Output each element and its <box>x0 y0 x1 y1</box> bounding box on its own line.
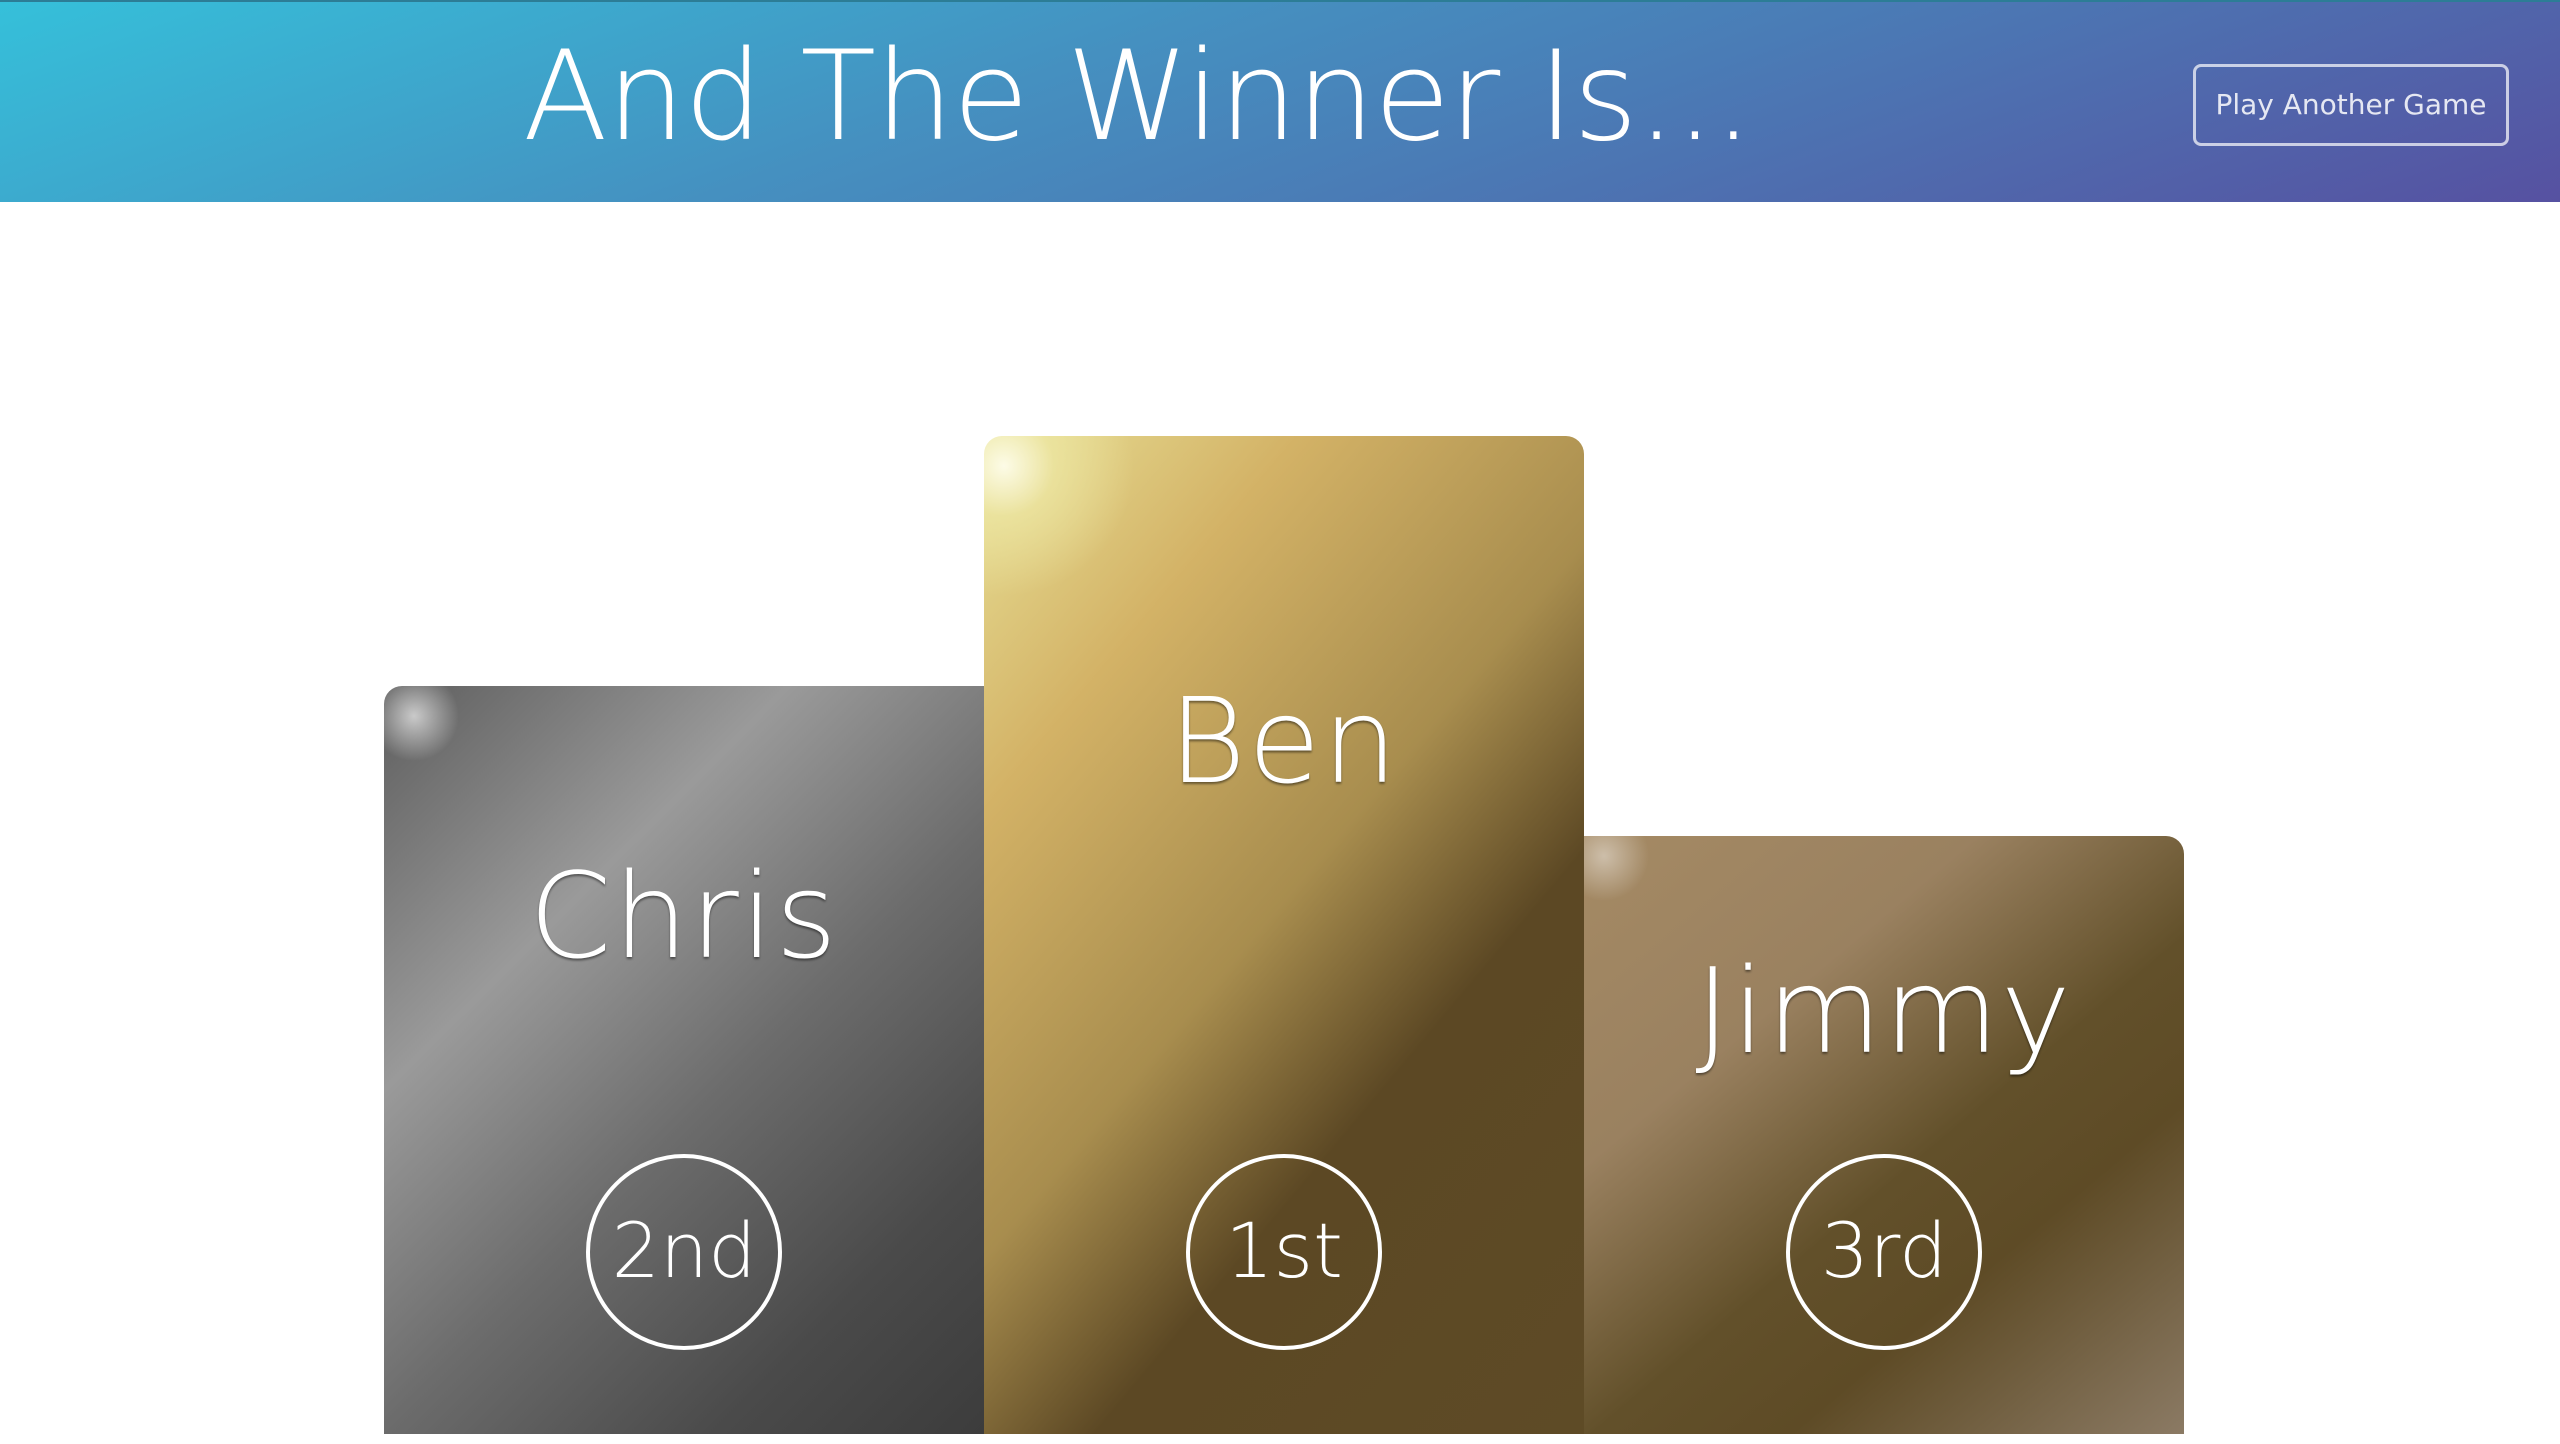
rank-badge: 1st <box>1186 1154 1382 1350</box>
podium-third-place: Jimmy 3rd <box>1584 836 2184 1434</box>
podium-second-place: Chris 2nd <box>384 686 984 1434</box>
page-title: And The Winner Is... <box>522 25 1753 169</box>
rank-badge: 2nd <box>586 1154 782 1350</box>
player-name: Chris <box>529 847 839 985</box>
header-bar: And The Winner Is... Play Another Game <box>0 0 2560 202</box>
rank-badge: 3rd <box>1786 1154 1982 1350</box>
player-name: Ben <box>1168 672 1400 810</box>
player-name: Jimmy <box>1695 942 2073 1080</box>
podium-first-place: Ben 1st <box>984 436 1584 1434</box>
play-another-game-button[interactable]: Play Another Game <box>2193 64 2509 146</box>
